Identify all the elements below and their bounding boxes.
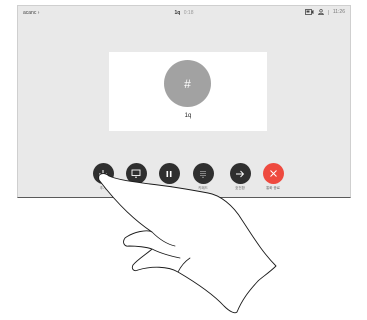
- keypad-label: 키패드: [198, 186, 208, 190]
- end-call-button[interactable]: 통화 종료: [258, 163, 288, 191]
- pause-icon: [166, 170, 172, 177]
- plus-icon: [99, 169, 107, 178]
- participant-name: 1q: [184, 113, 192, 119]
- keypad-icon: [200, 170, 206, 178]
- hold-label: 대기: [165, 186, 173, 190]
- share-screen-icon: [131, 169, 141, 178]
- participant-card: # 1q: [109, 52, 267, 131]
- add-button[interactable]: 추가: [88, 163, 118, 191]
- call-info: 1q 0:18: [18, 10, 350, 16]
- clock: 11:26: [332, 9, 345, 15]
- call-name: 1q: [174, 10, 181, 16]
- status-bar: acanc › 1q 0:18 11:26: [18, 6, 350, 20]
- status-right: 11:26: [304, 9, 345, 15]
- call-duration: 0:18: [183, 10, 194, 16]
- add-label: 추가: [99, 186, 107, 190]
- self-view-icon[interactable]: [304, 9, 314, 15]
- transfer-label: 호전환: [235, 186, 245, 190]
- touch-panel-screen: acanc › 1q 0:18 11:26 # 1q 추가 대기 키패드 호전환…: [17, 5, 351, 198]
- call-controls: 추가 대기 키패드 호전환 통화 종료: [18, 163, 350, 197]
- share-button[interactable]: [121, 163, 151, 186]
- hold-button[interactable]: 대기: [154, 163, 184, 191]
- end-call-label: 통화 종료: [266, 186, 280, 190]
- transfer-button[interactable]: 호전환: [225, 163, 255, 191]
- person-icon[interactable]: [318, 9, 324, 15]
- arrow-right-icon: [236, 170, 245, 177]
- status-separator: [327, 9, 329, 15]
- avatar: #: [164, 60, 211, 107]
- keypad-button[interactable]: 키패드: [188, 163, 218, 191]
- close-icon: [269, 170, 277, 177]
